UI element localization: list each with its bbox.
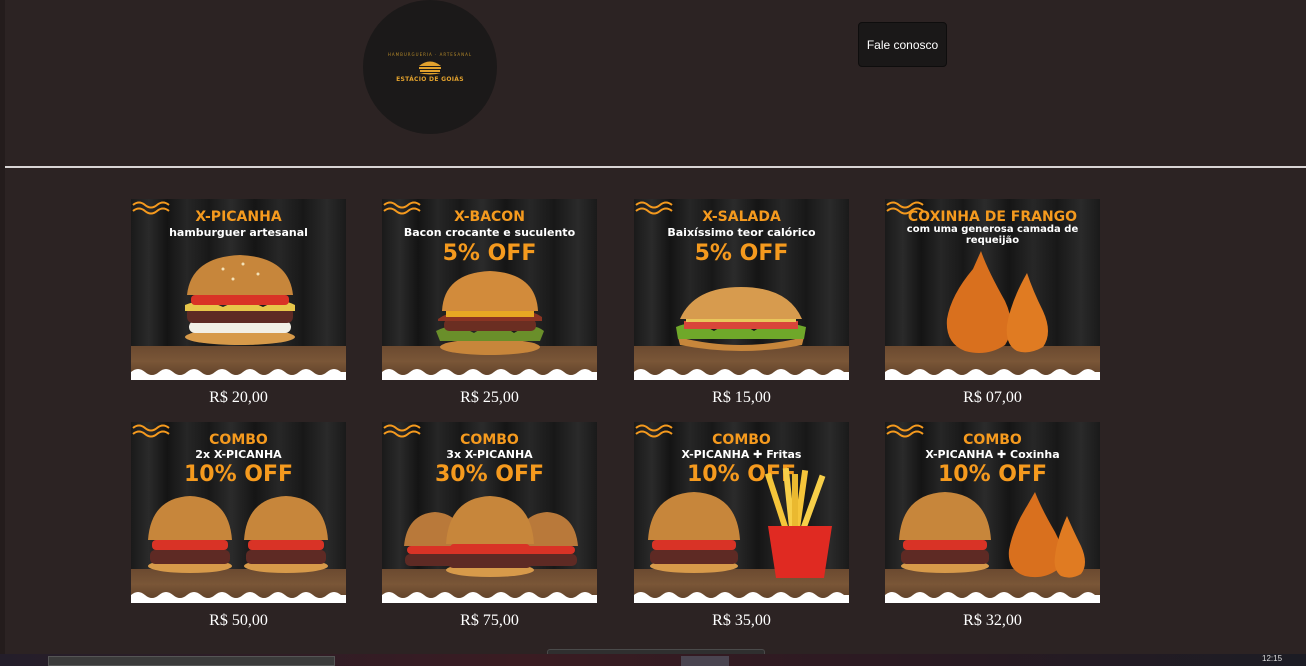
product-price: R$ 15,00 bbox=[712, 389, 771, 406]
product-subtitle: 2x X-PICANHA bbox=[195, 448, 282, 461]
product-title: COXINHA DE FRANGO bbox=[907, 209, 1078, 225]
taskbar: 12:15 bbox=[0, 654, 1306, 666]
two-burgers-icon bbox=[148, 496, 328, 573]
header: HAMBURGUERIA · ARTESANAL ESTÁCIO DE GOIÁ… bbox=[5, 0, 1306, 166]
product-image[interactable]: COMBO X-PICANHA ✚ Coxinha 10% OFF bbox=[885, 422, 1100, 603]
product-offer: 30% OFF bbox=[434, 462, 545, 487]
product-price: R$ 07,00 bbox=[963, 389, 1022, 406]
wave-border bbox=[131, 592, 346, 603]
logo-name: ESTÁCIO DE GOIÁS bbox=[396, 75, 464, 83]
product-subtitle: Bacon crocante e suculento bbox=[403, 226, 576, 239]
sandwich-icon bbox=[676, 287, 806, 351]
product-title: COMBO bbox=[209, 432, 268, 448]
header-divider bbox=[5, 166, 1306, 168]
wave-border bbox=[382, 592, 597, 603]
product-price: R$ 35,00 bbox=[712, 612, 771, 629]
product-card[interactable]: X-BACON Bacon crocante e suculento 5% OF… bbox=[382, 199, 597, 406]
logo[interactable]: HAMBURGUERIA · ARTESANAL ESTÁCIO DE GOIÁ… bbox=[363, 0, 497, 134]
product-image[interactable]: COMBO X-PICANHA ✚ Fritas 10% OFF bbox=[634, 422, 849, 603]
product-title: X-SALADA bbox=[702, 209, 781, 225]
wave-border bbox=[131, 369, 346, 380]
product-subtitle: X-PICANHA ✚ Coxinha bbox=[925, 448, 1060, 461]
product-subtitle: com uma generosa camada de requeijão bbox=[906, 224, 1079, 246]
wave-border bbox=[634, 369, 849, 380]
product-title: COMBO bbox=[712, 432, 771, 448]
taskbar-clock: 12:15 bbox=[1262, 654, 1283, 663]
product-offer: 10% OFF bbox=[937, 462, 1048, 487]
three-burgers-icon bbox=[404, 496, 578, 577]
product-offer: 10% OFF bbox=[183, 462, 294, 487]
product-price: R$ 25,00 bbox=[460, 389, 519, 406]
product-offer: 5% OFF bbox=[694, 241, 789, 266]
burger-icon bbox=[185, 255, 295, 345]
burger-logo-icon bbox=[419, 61, 441, 74]
product-title: X-PICANHA bbox=[195, 209, 282, 225]
product-card[interactable]: COXINHA DE FRANGO com uma generosa camad… bbox=[885, 199, 1100, 406]
product-image[interactable]: COMBO 3x X-PICANHA 30% OFF bbox=[382, 422, 597, 603]
burger-coxinha-icon bbox=[899, 492, 1085, 578]
product-price: R$ 20,00 bbox=[209, 389, 268, 406]
product-title: X-BACON bbox=[454, 209, 525, 225]
coxinha-icon bbox=[946, 251, 1048, 353]
bacon-burger-icon bbox=[436, 271, 544, 355]
product-card[interactable]: COMBO X-PICANHA ✚ Coxinha 10% OFF R$ 32,… bbox=[885, 422, 1100, 629]
contact-button[interactable]: Fale conosco bbox=[858, 22, 947, 67]
wave-border bbox=[634, 592, 849, 603]
burger-fries-icon bbox=[648, 468, 832, 578]
product-card[interactable]: COMBO 3x X-PICANHA 30% OFF R$ 75,00 bbox=[382, 422, 597, 629]
wave-border bbox=[885, 592, 1100, 603]
product-card[interactable]: X-SALADA Baixíssimo teor calórico 5% OFF… bbox=[634, 199, 849, 406]
product-image[interactable]: COXINHA DE FRANGO com uma generosa camad… bbox=[885, 199, 1100, 380]
product-subtitle: Baixíssimo teor calórico bbox=[667, 226, 816, 239]
product-price: R$ 32,00 bbox=[963, 612, 1022, 629]
page: HAMBURGUERIA · ARTESANAL ESTÁCIO DE GOIÁ… bbox=[0, 0, 1306, 666]
logo-arc-text: HAMBURGUERIA · ARTESANAL bbox=[387, 51, 473, 57]
product-price: R$ 50,00 bbox=[209, 612, 268, 629]
taskbar-search[interactable] bbox=[48, 656, 335, 666]
product-title: COMBO bbox=[460, 432, 519, 448]
wave-border bbox=[885, 369, 1100, 380]
product-subtitle: 3x X-PICANHA bbox=[446, 448, 533, 461]
product-offer: 5% OFF bbox=[442, 241, 537, 266]
product-image[interactable]: COMBO 2x X-PICANHA 10% OFF bbox=[131, 422, 346, 603]
product-subtitle: X-PICANHA ✚ Fritas bbox=[681, 448, 802, 461]
product-subtitle: hamburguer artesanal bbox=[169, 226, 308, 239]
product-image[interactable]: X-BACON Bacon crocante e suculento 5% OF… bbox=[382, 199, 597, 380]
product-image[interactable]: X-PICANHA hamburguer artesanal bbox=[131, 199, 346, 380]
product-image[interactable]: X-SALADA Baixíssimo teor calórico 5% OFF bbox=[634, 199, 849, 380]
product-card[interactable]: COMBO X-PICANHA ✚ Fritas 10% OFF R$ 35,0… bbox=[634, 422, 849, 629]
wave-border bbox=[382, 369, 597, 380]
product-card[interactable]: X-PICANHA hamburguer artesanal R$ 20,00 bbox=[131, 199, 346, 406]
product-price: R$ 75,00 bbox=[460, 612, 519, 629]
product-title: COMBO bbox=[963, 432, 1022, 448]
taskbar-app-icon[interactable] bbox=[681, 656, 729, 666]
product-card[interactable]: COMBO 2x X-PICANHA 10% OFF R$ 50,00 bbox=[131, 422, 346, 629]
